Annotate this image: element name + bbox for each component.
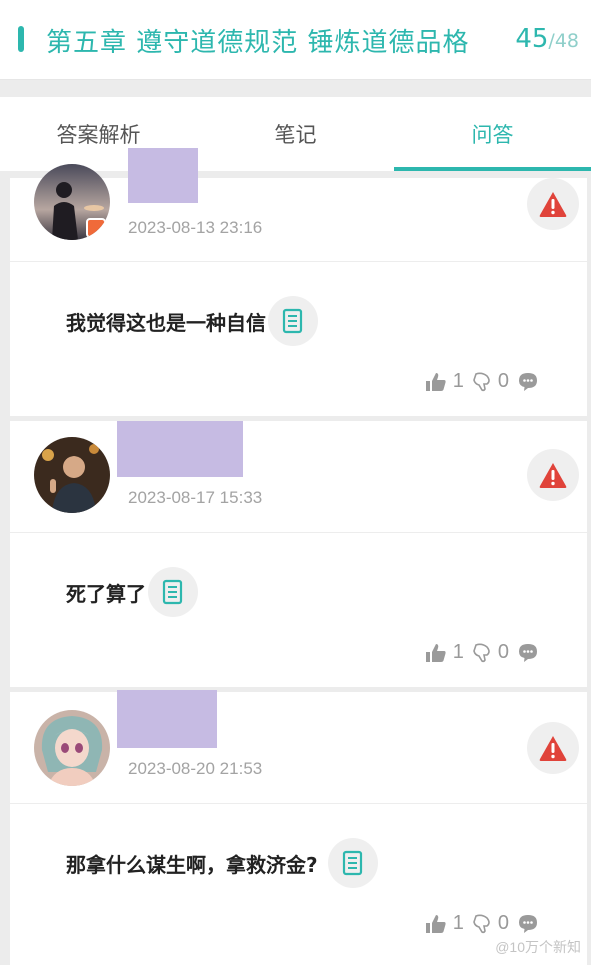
dislike-icon[interactable]: [472, 914, 492, 934]
current-question-number: 45: [515, 24, 549, 54]
post-stats: 1 0: [425, 912, 539, 935]
note-button[interactable]: [327, 838, 378, 888]
comment-icon[interactable]: [517, 914, 539, 934]
comment-icon[interactable]: [517, 643, 539, 663]
dislike-icon[interactable]: [472, 643, 492, 663]
answer-text: 我觉得这也是一种自信: [66, 310, 266, 335]
comment-icon[interactable]: [517, 372, 539, 392]
username-redacted: [128, 148, 198, 203]
tab-notes[interactable]: 笔记: [197, 97, 394, 171]
post-time: 2023-08-13 23:16: [128, 218, 263, 237]
dislike-icon[interactable]: [472, 372, 492, 392]
title-accent-bar: [18, 26, 24, 52]
comment-count: 0: [497, 641, 509, 663]
post-stats: 1 0: [425, 370, 539, 393]
comment-count: 0: [497, 912, 509, 934]
document-icon: [282, 308, 303, 334]
tab-bar: 答案解析 笔记 问答: [0, 97, 591, 171]
total-question-count: /48: [548, 30, 579, 52]
avatar[interactable]: [34, 437, 110, 513]
answer-text: 那拿什么谋生啊，拿救济金?: [66, 852, 318, 877]
report-button[interactable]: [527, 449, 579, 501]
question-progress: 45/48: [515, 24, 579, 54]
note-button[interactable]: [148, 567, 198, 617]
chapter-title: 第五章 遵守道德规范 锤炼道德品格: [46, 28, 470, 58]
report-button[interactable]: [527, 178, 579, 230]
tab-qa[interactable]: 问答: [394, 97, 591, 171]
username-redacted: [117, 690, 217, 748]
like-count: 1: [452, 370, 464, 392]
answer-text-row: 我觉得这也是一种自信: [66, 296, 318, 346]
like-count: 1: [452, 641, 464, 663]
thumbs-up-icon[interactable]: [425, 914, 447, 934]
qa-post: 2023-08-17 15:33 死了算了 1 0: [10, 421, 587, 687]
answer-text-row: 那拿什么谋生啊，拿救济金?: [66, 838, 378, 888]
vip-badge-icon: [86, 218, 106, 238]
avatar[interactable]: [34, 164, 110, 240]
qa-post: 2023-08-13 23:16 我觉得这也是一种自信 1 0: [10, 148, 587, 416]
document-icon: [162, 579, 183, 605]
note-button[interactable]: [268, 296, 318, 346]
avatar[interactable]: [34, 710, 110, 786]
warning-icon: [539, 192, 567, 217]
thumbs-up-icon[interactable]: [425, 643, 447, 663]
answer-text: 死了算了: [66, 581, 146, 606]
post-time: 2023-08-20 21:53: [128, 759, 263, 778]
report-button[interactable]: [527, 722, 579, 774]
qa-post: 2023-08-20 21:53 那拿什么谋生啊，拿救济金? 1 0: [10, 690, 587, 965]
like-count: 1: [452, 912, 464, 934]
comment-count: 0: [497, 370, 509, 392]
username-redacted: [117, 421, 243, 477]
document-icon: [342, 850, 362, 876]
warning-icon: [539, 736, 567, 761]
watermark: @10万个新知: [495, 939, 581, 955]
post-time: 2023-08-17 15:33: [128, 488, 263, 507]
warning-icon: [539, 463, 567, 488]
answer-text-row: 死了算了: [66, 567, 198, 617]
thumbs-up-icon[interactable]: [425, 372, 447, 392]
chapter-header: 第五章 遵守道德规范 锤炼道德品格 45/48: [0, 0, 591, 80]
post-stats: 1 0: [425, 641, 539, 664]
